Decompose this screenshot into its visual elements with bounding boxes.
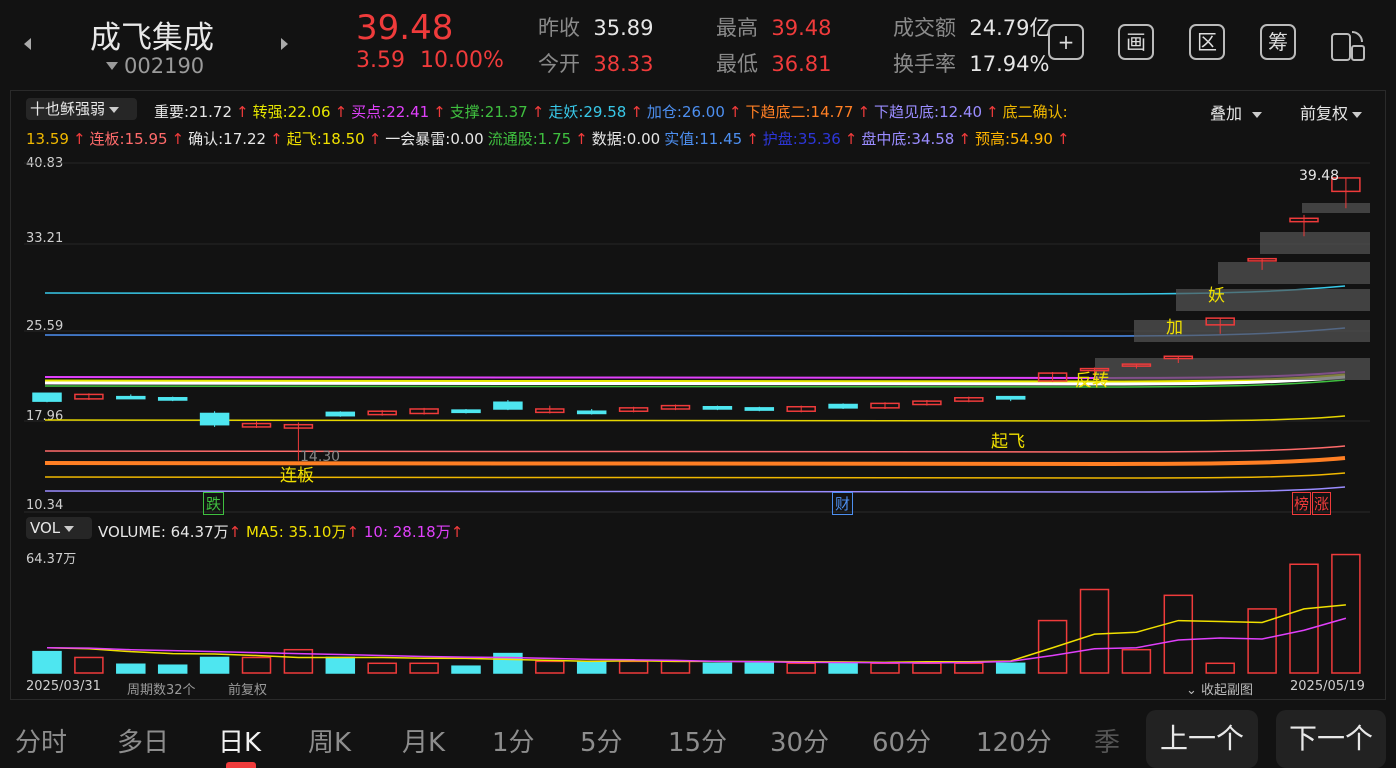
volume-bar <box>954 662 984 674</box>
volume-bar <box>409 662 439 674</box>
event-tag-cai[interactable]: 财 <box>832 492 854 515</box>
candle-body <box>157 397 188 401</box>
event-tag-zhang[interactable]: 涨 <box>1312 492 1332 515</box>
candle-body <box>702 405 733 410</box>
volume-bar <box>786 662 816 674</box>
indicator-line-lianban <box>44 445 1346 453</box>
chevron-down-icon: ⌄ <box>1186 683 1202 698</box>
start-date: 2025/03/31 <box>26 679 101 694</box>
candle-body <box>995 395 1026 400</box>
prev-stock-button[interactable]: 上一个 <box>1146 710 1258 768</box>
volume-bar <box>1331 553 1361 674</box>
tab-intraday[interactable]: 分时 <box>15 722 67 759</box>
signal-yao: 妖 <box>1208 286 1225 306</box>
signal-qifei: 起飞 <box>991 432 1025 452</box>
volume-bar <box>74 656 104 674</box>
volume-bar <box>199 656 230 674</box>
volume-axis-label: 64.37万 <box>26 552 77 567</box>
volume-bar <box>1121 648 1152 674</box>
volume-bar <box>116 663 146 674</box>
volume-bar <box>157 664 188 674</box>
candle-body <box>116 395 146 400</box>
tab-60min[interactable]: 60分 <box>872 722 931 759</box>
chip-distribution-bar <box>1260 232 1370 254</box>
volume-bar <box>576 660 607 674</box>
volume-bar <box>241 656 272 674</box>
candle-body <box>576 410 607 415</box>
volume-bar <box>702 662 733 674</box>
tab-15min[interactable]: 15分 <box>668 722 727 759</box>
volume-bar <box>451 665 481 674</box>
candle-body <box>451 409 481 414</box>
volume-bar <box>1163 594 1194 674</box>
volume-bar <box>32 650 62 674</box>
candle-body <box>493 401 523 410</box>
event-tag-bang[interactable]: 榜 <box>1292 492 1312 515</box>
tab-1min[interactable]: 1分 <box>492 722 535 759</box>
volume-bar <box>1079 588 1110 674</box>
indicator-line-xiaqudier <box>44 456 1346 467</box>
collapse-subchart-button[interactable]: ⌄ 收起副图 <box>1186 679 1253 698</box>
tab-5min[interactable]: 5分 <box>580 722 623 759</box>
kline-chart[interactable] <box>0 0 1396 700</box>
chip-distribution-bar <box>1095 358 1370 380</box>
tab-30min[interactable]: 30分 <box>770 722 829 759</box>
indicator-line-zouyao <box>44 285 1346 295</box>
volume-bar <box>618 660 649 674</box>
period-count: 周期数32个 <box>127 683 196 698</box>
indicator-line-xiaqujiandi <box>44 486 1346 493</box>
volume-bar <box>995 662 1026 674</box>
adjust-mode: 前复权 <box>228 683 268 698</box>
volume-bar <box>828 662 858 674</box>
event-tag-die[interactable]: 跌 <box>203 492 225 515</box>
volume-indicator-selector[interactable]: VOL <box>26 517 93 539</box>
chip-distribution-bar <box>1218 262 1370 284</box>
signal-lianban: 连板 <box>280 466 314 486</box>
tab-120min[interactable]: 120分 <box>976 722 1052 759</box>
tab-quarterly[interactable]: 季 <box>1094 722 1120 759</box>
candle-body <box>199 412 230 426</box>
volume-bar <box>660 660 691 674</box>
tab-multiday[interactable]: 多日 <box>117 722 169 759</box>
chip-distribution-bar <box>1302 203 1370 213</box>
volume-bar <box>367 662 397 674</box>
volume-bar <box>1205 662 1235 674</box>
volume-bar <box>912 662 942 674</box>
volume-bar <box>1037 619 1068 674</box>
tab-weekly-k[interactable]: 周K <box>308 722 351 759</box>
candle-body <box>828 403 858 409</box>
volume-bar <box>493 652 523 674</box>
volume-bar <box>1247 608 1277 674</box>
indicator-line-dierqueren <box>44 472 1346 479</box>
volume-bar <box>744 662 775 674</box>
end-date: 2025/05/19 <box>1290 679 1365 694</box>
chip-distribution-bar <box>1176 289 1370 311</box>
candle-body <box>32 392 62 402</box>
chevron-down-icon <box>64 525 75 532</box>
last-price-label: 39.48 <box>1299 168 1340 184</box>
candle-body <box>744 407 775 411</box>
signal-fanzhuan: 反转 <box>1075 371 1109 391</box>
tab-daily-k[interactable]: 日K <box>218 722 261 759</box>
volume-bar <box>870 662 900 674</box>
volume-bar <box>1289 563 1319 674</box>
volume-values: VOLUME: 64.37万↑ MA5: 35.10万↑ 10: 28.18万↑ <box>98 523 464 541</box>
volume-bar <box>535 660 565 674</box>
indicator-line-qifei <box>44 415 1346 422</box>
volume-bar <box>325 656 356 674</box>
active-tab-indicator <box>226 762 256 768</box>
candle-body <box>325 411 356 417</box>
signal-jia: 加 <box>1166 318 1183 338</box>
next-stock-button[interactable]: 下一个 <box>1276 710 1386 768</box>
tab-monthly-k[interactable]: 月K <box>402 722 445 759</box>
